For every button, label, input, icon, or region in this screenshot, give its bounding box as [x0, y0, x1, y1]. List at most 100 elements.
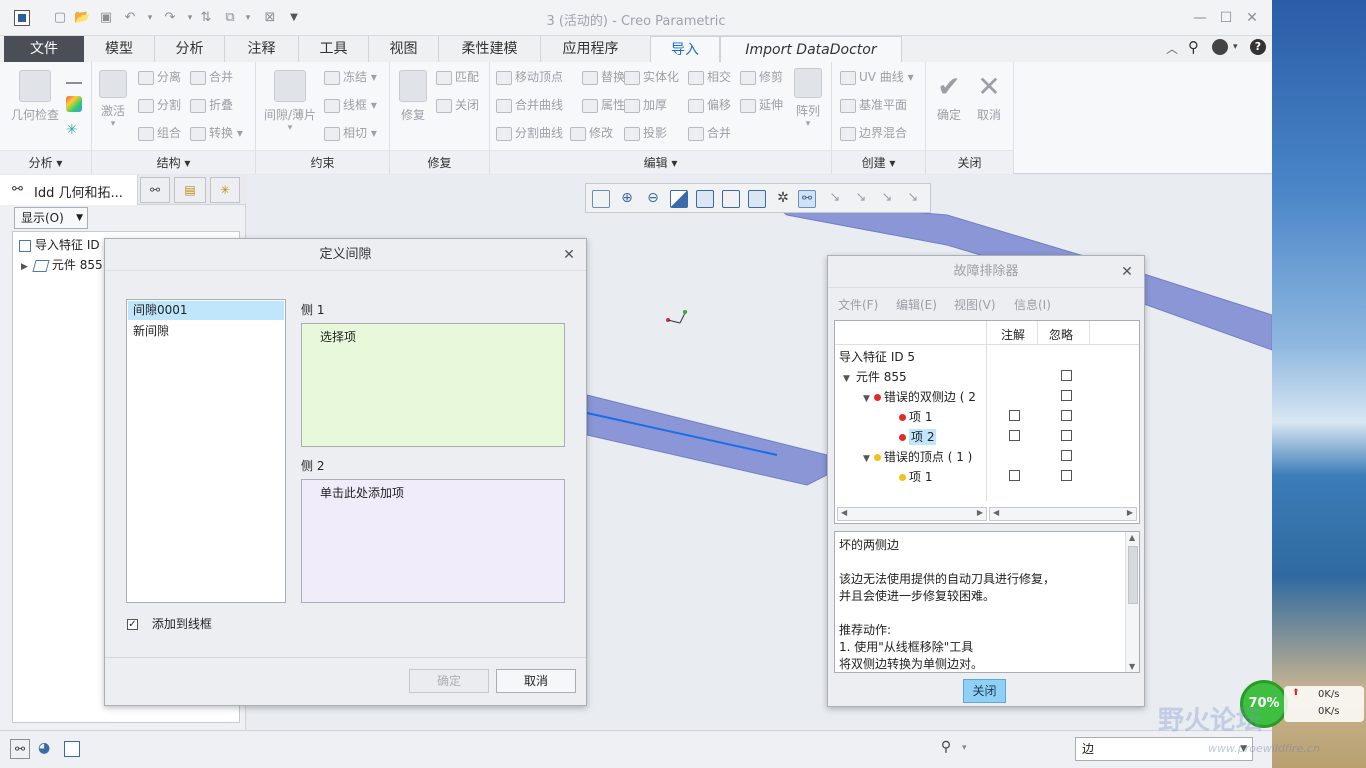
ignore-checkbox[interactable]	[1061, 370, 1072, 381]
group-edit-label[interactable]: 编辑 ▾	[490, 150, 831, 174]
tab-tools[interactable]: 工具	[298, 36, 368, 62]
dihedral-icon[interactable]: ✳	[66, 122, 82, 138]
spin-center-icon[interactable]: ↘	[826, 190, 844, 208]
search-icon[interactable]: ⚲	[1188, 38, 1199, 56]
tab-view[interactable]: 视图	[368, 36, 438, 62]
cancel-button[interactable]: 取消	[496, 669, 576, 693]
activate-button[interactable]: 激活 ▾	[98, 70, 128, 129]
csys-display-icon[interactable]: ↘	[904, 190, 922, 208]
tree-hscrollbar-left[interactable]: ◀ ▶	[837, 507, 987, 521]
close-icon[interactable]: ✕	[560, 245, 578, 265]
community-dropdown-icon[interactable]: ▾	[1233, 42, 1238, 52]
tree-item-edge-2[interactable]: 项 2	[899, 428, 937, 445]
merge-curves-button[interactable]: 合并曲线	[496, 96, 563, 113]
close-gap-button[interactable]: 关闭	[436, 96, 479, 113]
tree-item-import-feature[interactable]: 导入特征 ID 5	[839, 348, 915, 365]
fullscreen-icon[interactable]	[64, 741, 80, 757]
collapse-ribbon-icon[interactable]: ︿	[1166, 40, 1178, 57]
ignore-checkbox[interactable]	[1061, 430, 1072, 441]
tree-item-bad-double-edge[interactable]: ▼ 错误的双侧边 ( 2	[863, 388, 976, 405]
project-button[interactable]: 投影	[624, 124, 667, 141]
tab-model[interactable]: 模型	[84, 36, 154, 62]
group-structure-label[interactable]: 结构 ▾	[92, 150, 255, 174]
model-tree-tab-icon[interactable]: ⚯	[140, 177, 170, 203]
tree-item-import-feature[interactable]: 导入特征 ID	[19, 236, 100, 253]
curvature-icon[interactable]	[66, 96, 82, 112]
thicken-button[interactable]: 加厚	[624, 96, 667, 113]
maximize-button[interactable]: ☐	[1216, 8, 1236, 28]
refit-icon[interactable]	[592, 190, 610, 208]
favorites-tab-icon[interactable]: ✳	[210, 177, 240, 203]
close-icon[interactable]: ✕	[1118, 262, 1136, 282]
extend-button[interactable]: 延伸	[740, 96, 783, 113]
ok-button[interactable]: 确定	[409, 669, 489, 693]
column-note[interactable]: 注解	[1001, 326, 1025, 343]
split-button[interactable]: 分割	[138, 96, 181, 113]
fold-button[interactable]: 折叠	[190, 96, 233, 113]
view-manager-icon[interactable]	[748, 190, 766, 208]
browser-icon[interactable]: ◕	[38, 740, 50, 756]
tab-flexible-modeling[interactable]: 柔性建模	[438, 36, 540, 62]
attributes-button[interactable]: 属性	[582, 96, 625, 113]
ignore-checkbox[interactable]	[1061, 390, 1072, 401]
modify-button[interactable]: 修改	[570, 124, 613, 141]
merge-button[interactable]: 合并	[190, 68, 233, 85]
close-button[interactable]: ✕	[1242, 8, 1262, 28]
layers-tab-icon[interactable]: ▤	[174, 177, 206, 203]
tree-item-bad-vertex[interactable]: ▼ 错误的顶点 ( 1 )	[863, 448, 972, 465]
tree-item-component[interactable]: ▶ 元件 855	[21, 256, 103, 273]
note-checkbox[interactable]	[1009, 470, 1020, 481]
repaint-icon[interactable]	[670, 190, 688, 208]
separate-button[interactable]: 分离	[138, 68, 181, 85]
menu-info[interactable]: 信息(I)	[1014, 296, 1051, 313]
menu-file[interactable]: 文件(F)	[838, 296, 878, 313]
note-checkbox[interactable]	[1009, 430, 1020, 441]
column-ignore[interactable]: 忽略	[1049, 326, 1073, 343]
point-display-icon[interactable]: ↘	[878, 190, 896, 208]
wireframe-button[interactable]: 线框 ▾	[324, 96, 377, 113]
zoom-out-icon[interactable]: ⊖	[644, 190, 662, 208]
expand-icon[interactable]: ▶	[21, 262, 28, 272]
selection-filter-icon[interactable]: ⚯	[798, 190, 816, 208]
model-tree-toggle-icon[interactable]: ⚯	[10, 739, 30, 759]
curve-analysis-icon[interactable]	[66, 70, 82, 84]
uv-curve-button[interactable]: UV 曲线 ▾	[840, 68, 914, 85]
group-analysis-label[interactable]: 分析 ▾	[0, 150, 91, 174]
find-dropdown-icon[interactable]: ▾	[962, 743, 967, 753]
find-icon[interactable]: ⚲	[936, 739, 956, 759]
tangent-button[interactable]: 相切 ▾	[324, 124, 377, 141]
note-checkbox[interactable]	[1009, 410, 1020, 421]
gap-list-item-selected[interactable]: 间隙0001	[128, 301, 284, 320]
tab-import[interactable]: 导入	[650, 36, 720, 62]
saved-orientations-icon[interactable]	[722, 190, 740, 208]
group-button[interactable]: 组合	[138, 124, 181, 141]
gap-sheet-button[interactable]: 间隙/薄片 ▾	[262, 70, 318, 133]
datum-plane-button[interactable]: 基准平面	[840, 96, 907, 113]
menu-view[interactable]: 视图(V)	[954, 296, 996, 313]
match-button[interactable]: 匹配	[436, 68, 479, 85]
side1-collector[interactable]: 选择项	[301, 323, 565, 447]
ribbon-ok-button[interactable]: ✔ 确定	[932, 70, 966, 123]
tab-annotate[interactable]: 注释	[224, 36, 298, 62]
ignore-checkbox[interactable]	[1061, 410, 1072, 421]
freeze-button[interactable]: 冻结 ▾	[324, 68, 377, 85]
collapse-icon[interactable]: ▼	[863, 394, 870, 404]
tree-item-vertex-1[interactable]: 项 1	[899, 468, 932, 485]
intersect-button[interactable]: 相交	[688, 68, 731, 85]
move-vertex-button[interactable]: 移动顶点	[496, 68, 563, 85]
annotation-display-icon[interactable]: ↘	[852, 190, 870, 208]
close-button[interactable]: 关闭	[963, 679, 1006, 703]
tree-hscrollbar-right[interactable]: ◀ ▶	[989, 507, 1137, 521]
convert-button[interactable]: 转换 ▾	[190, 124, 243, 141]
display-style-icon[interactable]	[696, 190, 714, 208]
pattern-button[interactable]: 阵列 ▾	[792, 68, 824, 129]
message-vscrollbar[interactable]: ▲ ▼	[1125, 532, 1139, 672]
ignore-checkbox[interactable]	[1061, 470, 1072, 481]
tab-import-datadoctor[interactable]: Import DataDoctor	[720, 36, 902, 62]
collapse-icon[interactable]: ▼	[863, 454, 870, 464]
ribbon-cancel-button[interactable]: ✕ 取消	[972, 70, 1006, 123]
menu-edit[interactable]: 编辑(E)	[896, 296, 937, 313]
replace-button[interactable]: 替换	[582, 68, 625, 85]
group-create-label[interactable]: 创建 ▾	[832, 150, 925, 174]
add-to-wireframe-checkbox[interactable]: ✓ 添加到线框	[127, 615, 212, 632]
